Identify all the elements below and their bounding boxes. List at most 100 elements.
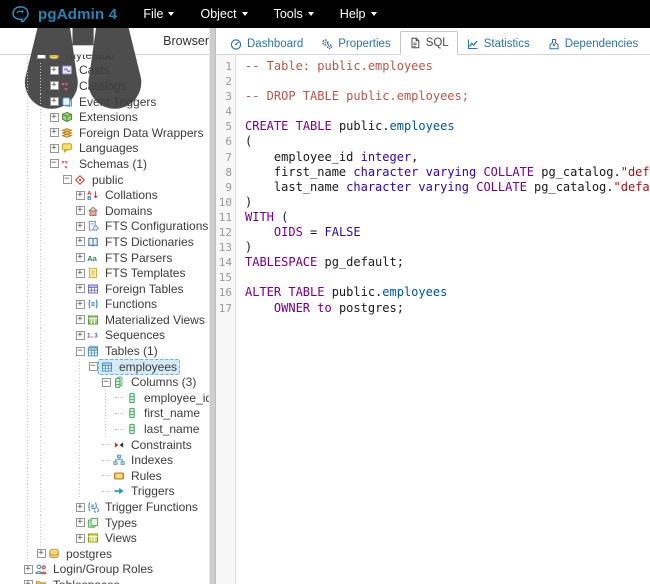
sql-pane[interactable]: 1-- Table: public.employees2 3-- DROP TA…	[216, 55, 650, 584]
expand-icon[interactable]: +	[37, 549, 46, 558]
tree-item-employees[interactable]: −employees	[0, 359, 209, 375]
tree-item-public[interactable]: −public	[0, 172, 209, 188]
tree-item-schemas-1[interactable]: −♥♥♥Schemas (1)	[0, 156, 209, 172]
tree-item-triggers[interactable]: Triggers	[0, 484, 209, 500]
expand-icon[interactable]: +	[76, 315, 85, 324]
language-icon	[61, 142, 73, 154]
tree-item-employee-id[interactable]: employee_id	[0, 390, 209, 406]
tree-item-fts-configurations[interactable]: +FTS Configurations	[0, 219, 209, 235]
tree-item-columns-3[interactable]: −Columns (3)	[0, 374, 209, 390]
collapse-icon[interactable]: −	[76, 347, 85, 356]
menu-tools[interactable]: Tools	[274, 7, 314, 21]
tree-item-collations[interactable]: +ABCollations	[0, 187, 209, 203]
tab-statistics[interactable]: Statistics	[458, 32, 539, 55]
tree-item-last-name[interactable]: last_name	[0, 421, 209, 437]
tab-properties[interactable]: Properties	[312, 32, 399, 55]
chevron-down-icon	[168, 12, 174, 16]
code-line: 10)	[216, 195, 650, 210]
tree-item-event-triggers[interactable]: +Event Triggers	[0, 94, 209, 110]
indexes-icon	[113, 454, 125, 466]
browser-panel-header: Browser	[0, 28, 209, 55]
expand-icon[interactable]: +	[24, 565, 33, 574]
menu-label: Tools	[274, 7, 303, 21]
tree-item-catalogs[interactable]: +♥♥♥Catalogs	[0, 78, 209, 94]
tree-guide	[35, 343, 48, 359]
expand-icon[interactable]: +	[24, 580, 33, 584]
expand-icon[interactable]: +	[76, 253, 85, 262]
tree-item-rules[interactable]: Rules	[0, 468, 209, 484]
expand-icon[interactable]: +	[50, 113, 59, 122]
tree-item-foreign-tables[interactable]: +Foreign Tables	[0, 281, 209, 297]
svg-text:♥: ♥	[64, 87, 67, 92]
tree-item-sequences[interactable]: +1..3Sequences	[0, 328, 209, 344]
tree-guide	[61, 281, 74, 297]
collapse-icon[interactable]: −	[50, 159, 59, 168]
collapse-icon[interactable]: −	[37, 55, 46, 59]
tree-guide	[22, 250, 35, 266]
elephant-logo-icon	[10, 4, 31, 25]
tree-guide	[22, 109, 35, 125]
tree-item-functions[interactable]: +Functions	[0, 297, 209, 313]
line-number: 16	[216, 285, 236, 300]
expand-icon[interactable]: +	[76, 300, 85, 309]
collapse-icon[interactable]: −	[102, 378, 111, 387]
panel-splitter[interactable]	[209, 28, 216, 584]
tree-item-types[interactable]: +Types	[0, 515, 209, 531]
expand-icon[interactable]: +	[76, 222, 85, 231]
code-text: )	[236, 240, 252, 255]
tree-item-indexes[interactable]: Indexes	[0, 452, 209, 468]
tab-dependencies[interactable]: Dependencies	[539, 32, 648, 55]
tree-guide	[35, 530, 48, 546]
tree-item-trigger-functions[interactable]: +Trigger Functions	[0, 499, 209, 515]
tree-item-label: Catalogs	[77, 79, 128, 93]
collapse-icon[interactable]: −	[89, 362, 98, 371]
expand-icon[interactable]: +	[76, 503, 85, 512]
tree-item-tablespaces[interactable]: +Tablespaces	[0, 577, 209, 584]
expand-icon[interactable]: +	[76, 284, 85, 293]
tree-item-label: Domains	[103, 204, 154, 218]
collapse-icon[interactable]: −	[63, 175, 72, 184]
tree-item-tables-1[interactable]: −Tables (1)	[0, 343, 209, 359]
menu-help[interactable]: Help	[340, 7, 377, 21]
expand-icon[interactable]: +	[76, 269, 85, 278]
expand-icon[interactable]: +	[76, 206, 85, 215]
tree-guide	[61, 390, 74, 406]
expand-icon[interactable]: +	[50, 97, 59, 106]
tree-guide	[74, 406, 87, 422]
tree-item-first-name[interactable]: first_name	[0, 406, 209, 422]
tree-item-fts-dictionaries[interactable]: +FTS Dictionaries	[0, 234, 209, 250]
tree-item-languages[interactable]: +Languages	[0, 141, 209, 157]
expand-icon[interactable]: +	[50, 81, 59, 90]
tree-item-materialized-views[interactable]: +Materialized Views	[0, 312, 209, 328]
menu-object[interactable]: Object	[200, 7, 247, 21]
tree-item-fts-parsers[interactable]: +AaFTS Parsers	[0, 250, 209, 266]
expand-icon[interactable]: +	[76, 191, 85, 200]
tree-item-foreign-data-wrappers[interactable]: +Foreign Data Wrappers	[0, 125, 209, 141]
tree-item-mytestdb[interactable]: −mytestdb	[0, 55, 209, 63]
tree-guide	[35, 437, 48, 453]
expand-icon[interactable]: +	[76, 237, 85, 246]
fts-dictionary-icon	[87, 236, 99, 248]
expand-icon[interactable]: +	[76, 331, 85, 340]
tree-item-login-group-roles[interactable]: +Login/Group Roles	[0, 562, 209, 578]
line-number: 15	[216, 270, 236, 285]
tree-item-label: Schemas (1)	[77, 157, 149, 171]
tab-sql[interactable]: SQL	[400, 31, 458, 55]
expand-icon[interactable]: +	[76, 534, 85, 543]
tree-item-fts-templates[interactable]: +FTS Templates	[0, 265, 209, 281]
expand-icon[interactable]: +	[76, 518, 85, 527]
tree-item-postgres[interactable]: +postgres	[0, 546, 209, 562]
tree-item-domains[interactable]: + Domains	[0, 203, 209, 219]
expand-icon[interactable]: +	[50, 66, 59, 75]
line-number: 1	[216, 59, 236, 74]
detail-panel: DashboardPropertiesSQLStatisticsDependen…	[216, 28, 650, 584]
menu-file[interactable]: File	[143, 7, 174, 21]
code-line: 7 employee_id integer,	[216, 150, 650, 165]
tree-item-constraints[interactable]: Constraints	[0, 437, 209, 453]
expand-icon[interactable]: +	[50, 144, 59, 153]
tree-item-casts[interactable]: +Casts	[0, 63, 209, 79]
tab-dashboard[interactable]: Dashboard	[221, 32, 312, 55]
expand-icon[interactable]: +	[50, 128, 59, 137]
tree-item-views[interactable]: +Views	[0, 530, 209, 546]
tree-item-extensions[interactable]: +Extensions	[0, 109, 209, 125]
